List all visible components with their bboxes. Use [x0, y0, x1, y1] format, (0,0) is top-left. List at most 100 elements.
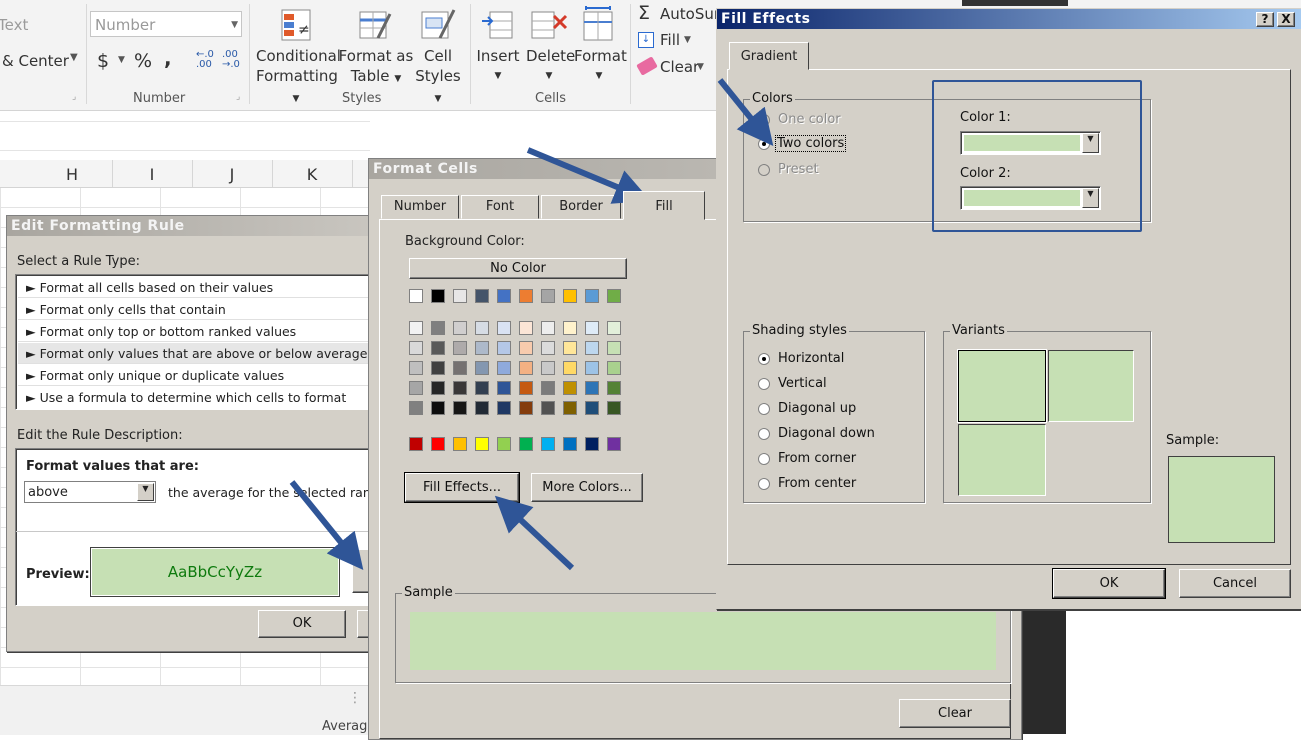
color-swatch[interactable]: [497, 289, 511, 303]
color-swatch[interactable]: [431, 341, 445, 355]
variant-1[interactable]: [957, 349, 1047, 423]
color-swatch[interactable]: [453, 437, 467, 451]
color-swatch[interactable]: [453, 361, 467, 375]
column-header-h[interactable]: H: [32, 160, 113, 187]
merge-center-button[interactable]: & Center: [2, 52, 69, 70]
diagonal-up-radio[interactable]: [758, 403, 770, 415]
chevron-down-icon[interactable]: ▼: [137, 483, 154, 501]
color-swatch[interactable]: [519, 437, 533, 451]
color-swatch[interactable]: [563, 437, 577, 451]
color-swatch[interactable]: [497, 341, 511, 355]
color-swatch[interactable]: [563, 381, 577, 395]
insert-button[interactable]: Insert ▼: [476, 46, 520, 86]
color-swatch[interactable]: [475, 289, 489, 303]
cell-styles-button[interactable]: Cell Styles ▼: [412, 46, 464, 109]
color-swatch[interactable]: [409, 321, 423, 335]
color-swatch[interactable]: [607, 289, 621, 303]
column-header-i[interactable]: I: [112, 160, 193, 187]
color-swatch[interactable]: [519, 401, 533, 415]
clear-button[interactable]: Clear: [899, 699, 1011, 728]
alignment-launcher-icon[interactable]: ⌟: [72, 92, 76, 102]
color-swatch[interactable]: [519, 341, 533, 355]
color-swatch[interactable]: [497, 381, 511, 395]
currency-dropdown-icon[interactable]: ▼: [118, 55, 125, 65]
color-swatch[interactable]: [475, 341, 489, 355]
from-center-radio[interactable]: [758, 478, 770, 490]
clear-ribbon-button[interactable]: Clear: [660, 58, 699, 76]
list-item[interactable]: ► Use a formula to determine which cells…: [18, 387, 374, 408]
more-colors-button[interactable]: More Colors...: [531, 473, 643, 502]
color-swatch[interactable]: [497, 361, 511, 375]
color-swatch[interactable]: [475, 321, 489, 335]
color-swatch[interactable]: [475, 401, 489, 415]
color-swatch[interactable]: [431, 437, 445, 451]
color-swatch[interactable]: [541, 381, 555, 395]
tab-number[interactable]: Number: [381, 195, 459, 219]
number-format-select[interactable]: Number ▼: [90, 11, 242, 37]
fill-effects-button[interactable]: Fill Effects...: [404, 472, 520, 503]
color-swatch[interactable]: [409, 361, 423, 375]
comma-button[interactable]: ,: [164, 46, 172, 70]
color-swatch[interactable]: [453, 321, 467, 335]
color-swatch[interactable]: [541, 361, 555, 375]
color-swatch[interactable]: [541, 401, 555, 415]
color-swatch[interactable]: [453, 289, 467, 303]
tab-font[interactable]: Font: [461, 195, 539, 219]
preset-radio[interactable]: [758, 164, 770, 176]
increase-decimal-button[interactable]: ←.0 .00: [196, 50, 214, 70]
color-swatch[interactable]: [409, 437, 423, 451]
color-swatch[interactable]: [563, 401, 577, 415]
list-item[interactable]: ► Format only top or bottom ranked value…: [18, 321, 374, 342]
color-swatch[interactable]: [475, 361, 489, 375]
above-below-select[interactable]: above ▼: [24, 481, 156, 503]
color-swatch[interactable]: [607, 437, 621, 451]
tab-gradient[interactable]: Gradient: [729, 42, 809, 70]
color-swatch[interactable]: [475, 381, 489, 395]
format-button[interactable]: Format ▼: [574, 46, 627, 86]
color-swatch[interactable]: [497, 321, 511, 335]
help-button[interactable]: ?: [1256, 12, 1274, 27]
color-swatch[interactable]: [585, 361, 599, 375]
color-swatch[interactable]: [541, 437, 555, 451]
color-swatch[interactable]: [585, 289, 599, 303]
vertical-radio[interactable]: [758, 378, 770, 390]
color-swatch[interactable]: [431, 401, 445, 415]
ok-button[interactable]: OK: [1052, 568, 1166, 599]
column-header-k[interactable]: K: [272, 160, 353, 187]
color-swatch[interactable]: [607, 321, 621, 335]
color-swatch[interactable]: [453, 401, 467, 415]
conditional-formatting-button[interactable]: Conditional Formatting ▼: [256, 46, 341, 109]
color-swatch[interactable]: [519, 381, 533, 395]
color-swatch[interactable]: [431, 321, 445, 335]
color-swatch[interactable]: [585, 401, 599, 415]
color-swatch[interactable]: [563, 321, 577, 335]
currency-button[interactable]: $: [97, 50, 109, 72]
color-swatch[interactable]: [563, 289, 577, 303]
color-swatch[interactable]: [585, 321, 599, 335]
list-item[interactable]: ► Format only unique or duplicate values: [18, 365, 374, 386]
format-as-table-button[interactable]: Format as Table ▼: [338, 46, 414, 89]
color-swatch[interactable]: [409, 381, 423, 395]
decrease-decimal-button[interactable]: .00 →.0: [222, 50, 240, 70]
rule-type-list[interactable]: ► Format all cells based on their values…: [15, 274, 375, 410]
color-swatch[interactable]: [607, 381, 621, 395]
list-item[interactable]: ► Format all cells based on their values: [18, 277, 374, 298]
color-swatch[interactable]: [431, 361, 445, 375]
variant-2[interactable]: [1048, 350, 1134, 422]
horizontal-radio[interactable]: [758, 353, 770, 365]
color-swatch[interactable]: [409, 341, 423, 355]
color-swatch[interactable]: [519, 321, 533, 335]
color-swatch[interactable]: [497, 437, 511, 451]
variant-3[interactable]: [958, 424, 1046, 496]
color-swatch[interactable]: [563, 361, 577, 375]
color-swatch[interactable]: [541, 289, 555, 303]
tab-border[interactable]: Border: [541, 195, 621, 219]
color-swatch[interactable]: [453, 341, 467, 355]
color-palette[interactable]: [409, 289, 639, 459]
no-color-button[interactable]: No Color: [409, 258, 627, 279]
list-item[interactable]: ► Format only cells that contain: [18, 299, 374, 320]
ok-button[interactable]: OK: [258, 610, 346, 638]
color-swatch[interactable]: [585, 437, 599, 451]
color-swatch[interactable]: [585, 381, 599, 395]
color-swatch[interactable]: [519, 361, 533, 375]
